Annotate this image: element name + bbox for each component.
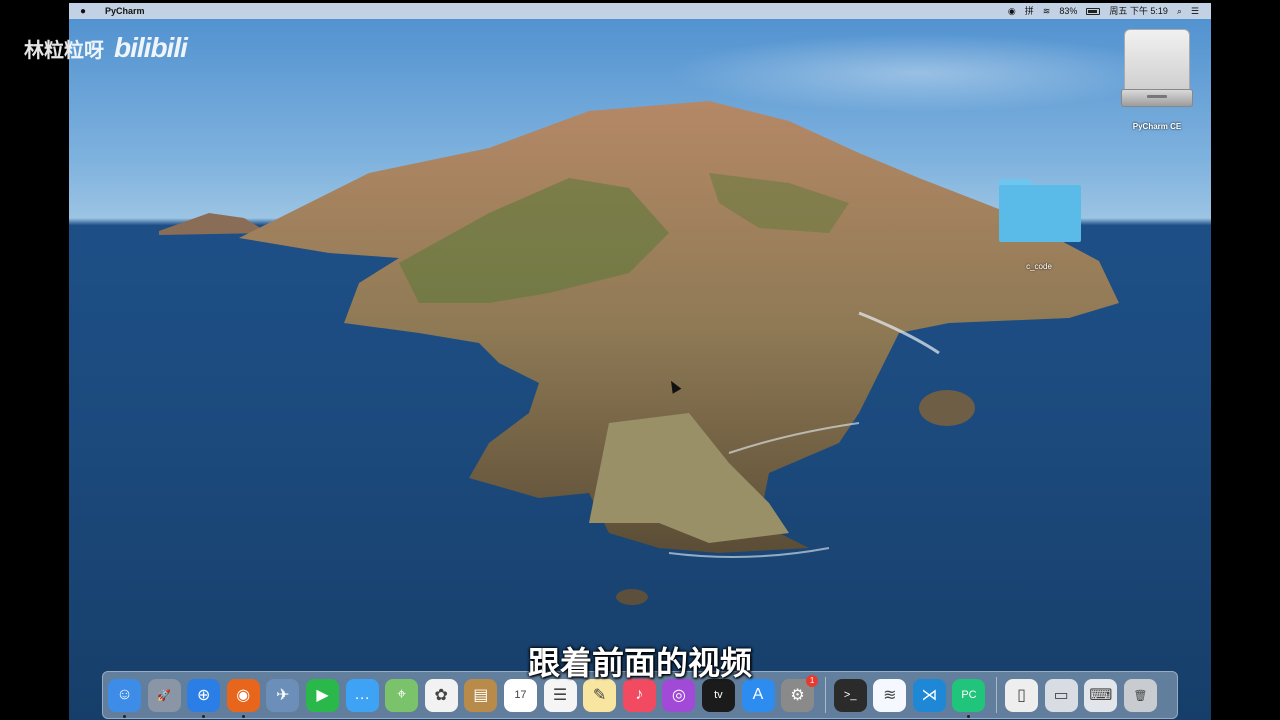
facetime-glyph: ▶ xyxy=(316,687,329,704)
input-method-icon[interactable]: 拼 xyxy=(1025,3,1034,19)
app-store-glyph: A xyxy=(752,686,764,703)
running-indicator xyxy=(241,714,245,718)
drive-icon-slot xyxy=(1147,95,1167,98)
preview-glyph: ✈ xyxy=(276,687,290,704)
battery-level xyxy=(1088,9,1097,13)
photos-glyph: ✿ xyxy=(434,687,448,704)
pycharm-ce-drive-icon[interactable] xyxy=(1121,29,1193,109)
running-indicator xyxy=(967,714,971,718)
bilibili-logo: bilibili xyxy=(114,32,188,63)
record-icon[interactable]: ◉ xyxy=(1008,3,1016,19)
folder-icon[interactable] xyxy=(999,179,1081,242)
screenshot-window-glyph: ▭ xyxy=(1053,687,1069,704)
drive-label[interactable]: PyCharm CE xyxy=(1109,122,1205,131)
stickies-glyph: ✎ xyxy=(592,687,607,704)
system-preferences-glyph: ⚙ xyxy=(790,687,805,704)
reminders-glyph: ☰ xyxy=(552,687,568,704)
finder-glyph: ☺ xyxy=(116,686,133,703)
lark-glyph: ≋ xyxy=(883,687,897,704)
drive-icon-top xyxy=(1124,29,1190,91)
battery-icon[interactable] xyxy=(1086,7,1101,15)
notification-center-icon[interactable]: ☰ xyxy=(1191,3,1199,19)
vscode-glyph: ⋊ xyxy=(921,687,938,704)
launchpad-glyph: 🚀 xyxy=(157,689,171,702)
podcasts-glyph: ◎ xyxy=(671,687,686,704)
menu-bar: ● PyCharm ◉ 拼 ≋ 83% 周五 下午 5:19 ⌕ ☰ xyxy=(69,3,1211,19)
folder-label[interactable]: c_code xyxy=(1009,262,1069,271)
maps-glyph: ⌖ xyxy=(397,686,407,703)
document-glyph: ▯ xyxy=(1017,687,1026,704)
video-subtitle: 跟着前面的视频 xyxy=(527,645,752,681)
messages-glyph: … xyxy=(354,686,371,703)
watermark-text: 林粒粒呀 xyxy=(24,39,104,62)
terminal-glyph: >_ xyxy=(843,689,857,701)
running-indicator xyxy=(123,714,126,718)
notes-app-glyph: ▤ xyxy=(473,687,489,704)
tv-glyph: tv xyxy=(714,689,723,701)
battery-percent: 83% xyxy=(1059,6,1078,16)
keyboard-viewer-glyph: ⌨ xyxy=(1089,687,1113,704)
menu-bar-extras: ◉ 拼 ≋ 83% 周五 下午 5:19 ⌕ ☰ xyxy=(1008,3,1211,19)
menu-clock[interactable]: 周五 下午 5:19 xyxy=(1109,3,1168,19)
spotlight-search-icon[interactable]: ⌕ xyxy=(1177,3,1182,19)
desktop-screen: ● PyCharm ◉ 拼 ≋ 83% 周五 下午 5:19 ⌕ ☰ PyCha… xyxy=(69,3,1211,720)
island-wallpaper xyxy=(159,101,1119,605)
folder-body xyxy=(999,185,1081,242)
apple-menu-icon[interactable]: ● xyxy=(69,6,97,17)
active-app-menu[interactable]: PyCharm xyxy=(105,6,145,16)
wifi-icon[interactable]: ≋ xyxy=(1043,3,1051,19)
drive-icon-base xyxy=(1121,89,1193,107)
music-glyph: ♪ xyxy=(635,686,644,703)
running-indicator xyxy=(202,714,206,718)
watermark: 林粒粒呀 bilibili xyxy=(24,32,188,64)
pycharm-glyph: PC xyxy=(961,689,977,701)
safari-glyph: ⊕ xyxy=(196,687,211,704)
calendar-glyph: 17 xyxy=(514,689,527,701)
trash-glyph: 🗑 xyxy=(1133,689,1148,702)
firefox-glyph: ◉ xyxy=(236,687,251,704)
